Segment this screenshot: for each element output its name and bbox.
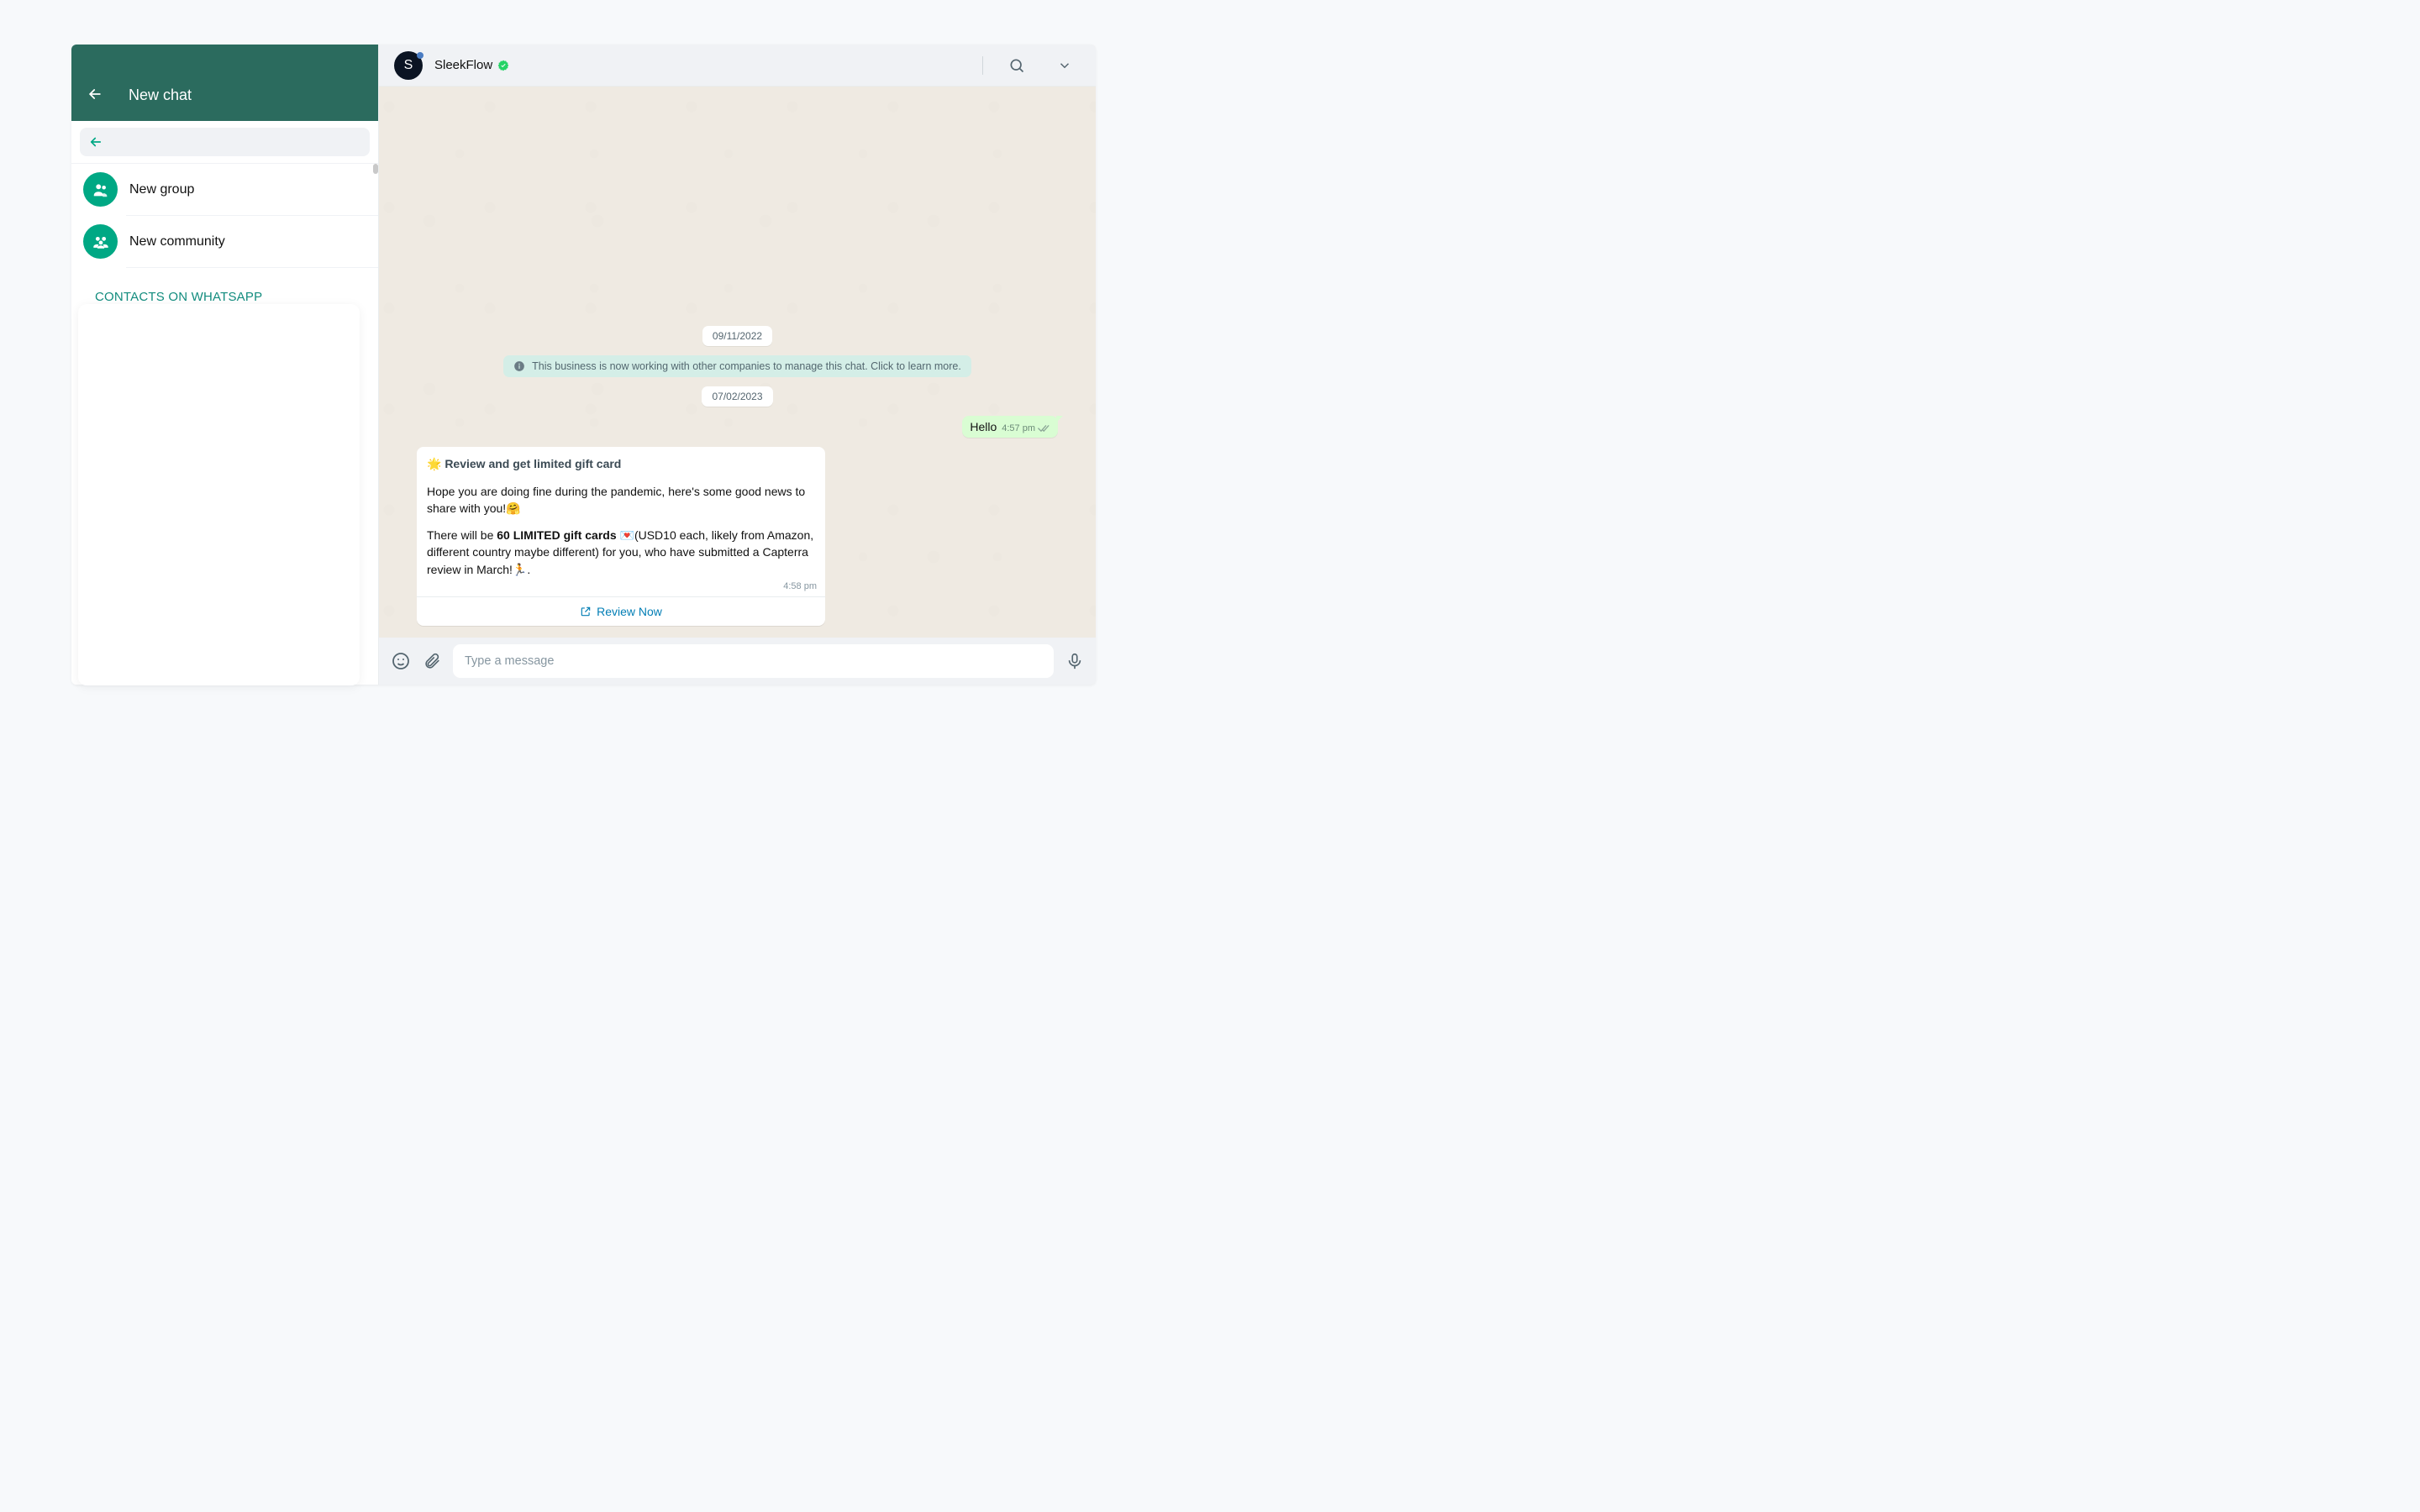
compose-field[interactable] (453, 644, 1054, 678)
chat-header[interactable]: S SleekFlow (379, 45, 1096, 87)
message-bubble-outgoing[interactable]: Hello 4:57 pm (962, 416, 1058, 438)
search-input[interactable] (120, 135, 361, 149)
message-text: Hello (970, 420, 997, 433)
message-paragraph: Hope you are doing fine during the pande… (427, 483, 815, 517)
open-external-icon (580, 606, 592, 617)
back-icon[interactable] (85, 84, 105, 104)
info-icon (513, 360, 525, 372)
date-separator: 07/02/2023 (417, 386, 1058, 407)
chat-name: SleekFlow (434, 58, 492, 72)
verified-badge-icon (497, 60, 509, 71)
review-now-label: Review Now (597, 605, 662, 618)
new-group-label: New group (129, 182, 194, 197)
attach-icon[interactable] (423, 652, 441, 670)
date-separator: 09/11/2022 (417, 326, 1058, 346)
business-notice-text: This business is now working with other … (532, 360, 961, 372)
search-row (71, 121, 378, 164)
message-input[interactable] (465, 654, 1042, 668)
search-field[interactable] (80, 128, 370, 156)
message-outgoing-row: Hello 4:57 pm (417, 416, 1058, 438)
review-now-button[interactable]: Review Now (417, 596, 825, 626)
date-chip: 07/02/2023 (702, 386, 772, 407)
header-divider (982, 56, 983, 75)
emoji-icon[interactable] (391, 651, 411, 671)
new-group-row[interactable]: New group (71, 164, 378, 215)
message-incoming-row: 🌟 Review and get limited gift card Hope … (417, 447, 1058, 626)
search-chat-icon[interactable] (1005, 54, 1028, 77)
message-time: 4:58 pm (417, 581, 825, 596)
overlay-card (78, 304, 360, 685)
message-headline: 🌟 Review and get limited gift card (427, 457, 621, 470)
scrollbar-thumb[interactable] (373, 164, 378, 174)
new-community-row[interactable]: New community (71, 216, 378, 267)
message-meta: 4:57 pm (1002, 423, 1051, 433)
business-notice[interactable]: This business is now working with other … (503, 355, 971, 377)
date-chip: 09/11/2022 (702, 326, 772, 346)
chat-panel: S SleekFlow 09/11/2022 (379, 45, 1096, 685)
contacts-section-header: CONTACTS ON WHATSAPP (71, 268, 378, 309)
chat-body[interactable]: 09/11/2022 This business is now working … (379, 87, 1096, 638)
message-paragraph: There will be 60 LIMITED gift cards 💌(US… (427, 527, 815, 578)
left-header-title: New chat (129, 87, 192, 104)
chat-input-bar (379, 638, 1096, 685)
group-icon (83, 172, 118, 207)
community-icon (83, 224, 118, 259)
chat-menu-icon[interactable] (1054, 55, 1076, 76)
left-header: New chat (71, 45, 378, 121)
search-back-icon[interactable] (88, 134, 103, 150)
read-ticks-icon (1038, 423, 1051, 433)
business-notice-row: This business is now working with other … (417, 355, 1058, 377)
message-body: 🌟 Review and get limited gift card Hope … (417, 447, 825, 581)
chat-avatar[interactable]: S (394, 51, 423, 80)
mic-icon[interactable] (1065, 652, 1084, 670)
message-time: 4:57 pm (1002, 423, 1035, 433)
new-community-label: New community (129, 234, 225, 249)
message-bubble-incoming[interactable]: 🌟 Review and get limited gift card Hope … (417, 447, 825, 626)
